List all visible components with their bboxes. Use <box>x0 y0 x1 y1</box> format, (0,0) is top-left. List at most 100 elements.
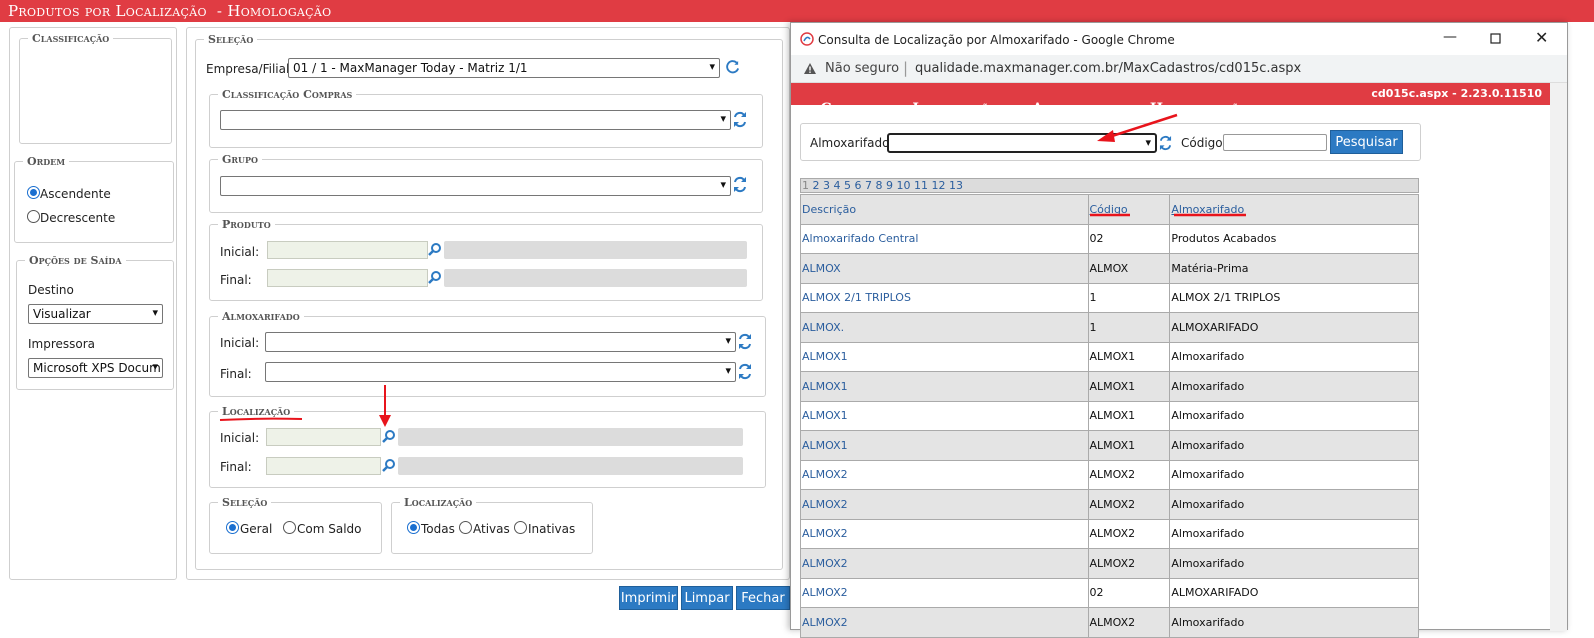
table-row[interactable]: ALMOX2 02 ALMOXARIFADO <box>800 577 1419 608</box>
chrome-addressbar: Não seguro | qualidade.maxmanager.com.br… <box>791 55 1567 83</box>
close-icon[interactable]: ✕ <box>1535 28 1548 47</box>
table-row[interactable]: ALMOX1 ALMOX1 Almoxarifado <box>800 400 1419 431</box>
page-link[interactable]: 9 <box>886 179 893 192</box>
swap-icon[interactable] <box>733 176 747 193</box>
label-inativas: Inativas <box>528 522 576 536</box>
column-header-codigo[interactable]: Código <box>1087 194 1171 225</box>
cell-descricao[interactable]: ALMOX2 <box>800 459 1089 490</box>
produto-final-input[interactable] <box>267 269 428 287</box>
cell-codigo: ALMOX <box>1087 253 1171 284</box>
page-link[interactable]: 12 <box>932 179 946 192</box>
cell-descricao[interactable]: ALMOX2 <box>800 489 1089 520</box>
radio-todas[interactable] <box>407 521 420 534</box>
radio-geral[interactable] <box>226 521 239 534</box>
table-row[interactable]: ALMOX1 ALMOX1 Almoxarifado <box>800 430 1419 461</box>
destino-value: Visualizar <box>33 307 91 321</box>
column-header-descricao[interactable]: Descrição <box>800 194 1089 225</box>
cell-descricao[interactable]: ALMOX1 <box>800 430 1089 461</box>
empresa-select[interactable]: 01 / 1 - MaxManager Today - Matriz 1/1 ▾ <box>288 58 720 78</box>
impressora-select[interactable]: Microsoft XPS Docum ▾ <box>28 358 163 378</box>
page-link[interactable]: 10 <box>897 179 911 192</box>
cell-descricao[interactable]: ALMOX1 <box>800 400 1089 431</box>
page-link[interactable]: 6 <box>855 179 862 192</box>
fechar-button[interactable]: Fechar <box>736 586 790 610</box>
table-row[interactable]: ALMOX1 ALMOX1 Almoxarifado <box>800 371 1419 402</box>
page-link[interactable]: 5 <box>844 179 851 192</box>
cell-descricao[interactable]: ALMOX2 <box>800 518 1089 549</box>
table-row[interactable]: ALMOX2 ALMOX2 Almoxarifado <box>800 607 1419 638</box>
cell-almoxarifado: Almoxarifado <box>1169 459 1419 490</box>
annotation-arrow-diagonal <box>1097 113 1178 142</box>
page-link[interactable]: 7 <box>865 179 872 192</box>
produto-inicial-input[interactable] <box>267 241 428 259</box>
cell-descricao[interactable]: ALMOX2 <box>800 548 1089 579</box>
pesquisar-button[interactable]: Pesquisar <box>1330 130 1403 154</box>
loc-inicial-input[interactable] <box>266 428 381 446</box>
page-link[interactable]: 3 <box>823 179 830 192</box>
cell-codigo: 1 <box>1087 282 1171 313</box>
radio-inativas[interactable] <box>514 521 527 534</box>
search-icon[interactable] <box>382 458 396 472</box>
page-link[interactable]: 11 <box>914 179 928 192</box>
cell-almoxarifado: ALMOXARIFADO <box>1169 312 1419 343</box>
cell-descricao[interactable]: ALMOX1 <box>800 371 1089 402</box>
imprimir-button[interactable]: Imprimir <box>619 586 678 610</box>
radio-decrescente[interactable] <box>27 210 40 223</box>
maximize-icon[interactable] <box>1490 33 1501 44</box>
produto-final-label: Final: <box>220 273 252 287</box>
popup-scrollbar[interactable] <box>1550 83 1567 631</box>
almoxarifado-filter-label: Almoxarifado: <box>810 136 894 150</box>
almoxarifado-legend: Almoxarifado <box>222 310 300 323</box>
cell-descricao[interactable]: ALMOX1 <box>800 341 1089 372</box>
table-row[interactable]: Almoxarifado Central 02 Produtos Acabados <box>800 223 1419 254</box>
table-row[interactable]: ALMOX. 1 ALMOXARIFADO <box>800 312 1419 343</box>
grupo-select[interactable]: ▾ <box>220 176 731 196</box>
cell-descricao[interactable]: ALMOX. <box>800 312 1089 343</box>
search-icon[interactable] <box>428 270 442 284</box>
cell-almoxarifado: Almoxarifado <box>1169 341 1419 372</box>
ordem-legend: Ordem <box>27 155 66 168</box>
refresh-icon[interactable] <box>725 60 740 75</box>
table-row[interactable]: ALMOX 2/1 TRIPLOS 1 ALMOX 2/1 TRIPLOS <box>800 282 1419 313</box>
search-icon[interactable] <box>382 429 396 443</box>
swap-icon[interactable] <box>738 333 752 350</box>
address-separator: | <box>903 59 909 77</box>
cell-descricao[interactable]: Almoxarifado Central <box>800 223 1089 254</box>
column-header-almoxarifado[interactable]: Almoxarifado <box>1169 194 1419 225</box>
page-link[interactable]: 4 <box>834 179 841 192</box>
table-row[interactable]: ALMOX2 ALMOX2 Almoxarifado <box>800 548 1419 579</box>
url-text[interactable]: qualidade.maxmanager.com.br/MaxCadastros… <box>915 61 1301 76</box>
almox-inicial-label: Inicial: <box>220 336 260 350</box>
classificacao-compras-select[interactable]: ▾ <box>220 110 731 130</box>
cell-descricao[interactable]: ALMOX <box>800 253 1089 284</box>
limpar-button[interactable]: Limpar <box>681 586 733 610</box>
cell-descricao[interactable]: ALMOX2 <box>800 607 1089 638</box>
table-row[interactable]: ALMOX2 ALMOX2 Almoxarifado <box>800 489 1419 520</box>
page-link[interactable]: 13 <box>949 179 963 192</box>
label-ascendente: Ascendente <box>40 187 111 201</box>
minimize-icon[interactable]: — <box>1443 29 1457 45</box>
cell-almoxarifado: Almoxarifado <box>1169 400 1419 431</box>
loc-final-input[interactable] <box>266 457 381 475</box>
table-row[interactable]: ALMOX2 ALMOX2 Almoxarifado <box>800 518 1419 549</box>
radio-com-saldo[interactable] <box>283 521 296 534</box>
loc-final-label: Final: <box>220 460 252 474</box>
search-icon[interactable] <box>428 242 442 256</box>
cell-codigo: 02 <box>1087 223 1171 254</box>
table-row[interactable]: ALMOX ALMOX Matéria-Prima <box>800 253 1419 284</box>
swap-icon[interactable] <box>733 111 747 128</box>
swap-icon[interactable] <box>738 363 752 380</box>
almox-final-select[interactable]: ▾ <box>265 362 736 382</box>
cell-descricao[interactable]: ALMOX2 <box>800 577 1089 608</box>
destino-select[interactable]: Visualizar ▾ <box>28 304 163 324</box>
codigo-filter-input[interactable] <box>1223 134 1327 151</box>
cell-descricao[interactable]: ALMOX 2/1 TRIPLOS <box>800 282 1089 313</box>
table-row[interactable]: ALMOX2 ALMOX2 Almoxarifado <box>800 459 1419 490</box>
cell-codigo: ALMOX2 <box>1087 607 1171 638</box>
radio-ascendente[interactable] <box>27 186 40 199</box>
page-link[interactable]: 8 <box>876 179 883 192</box>
table-row[interactable]: ALMOX1 ALMOX1 Almoxarifado <box>800 341 1419 372</box>
radio-ativas[interactable] <box>459 521 472 534</box>
almox-inicial-select[interactable]: ▾ <box>265 332 736 352</box>
page-link[interactable]: 2 <box>813 179 820 192</box>
